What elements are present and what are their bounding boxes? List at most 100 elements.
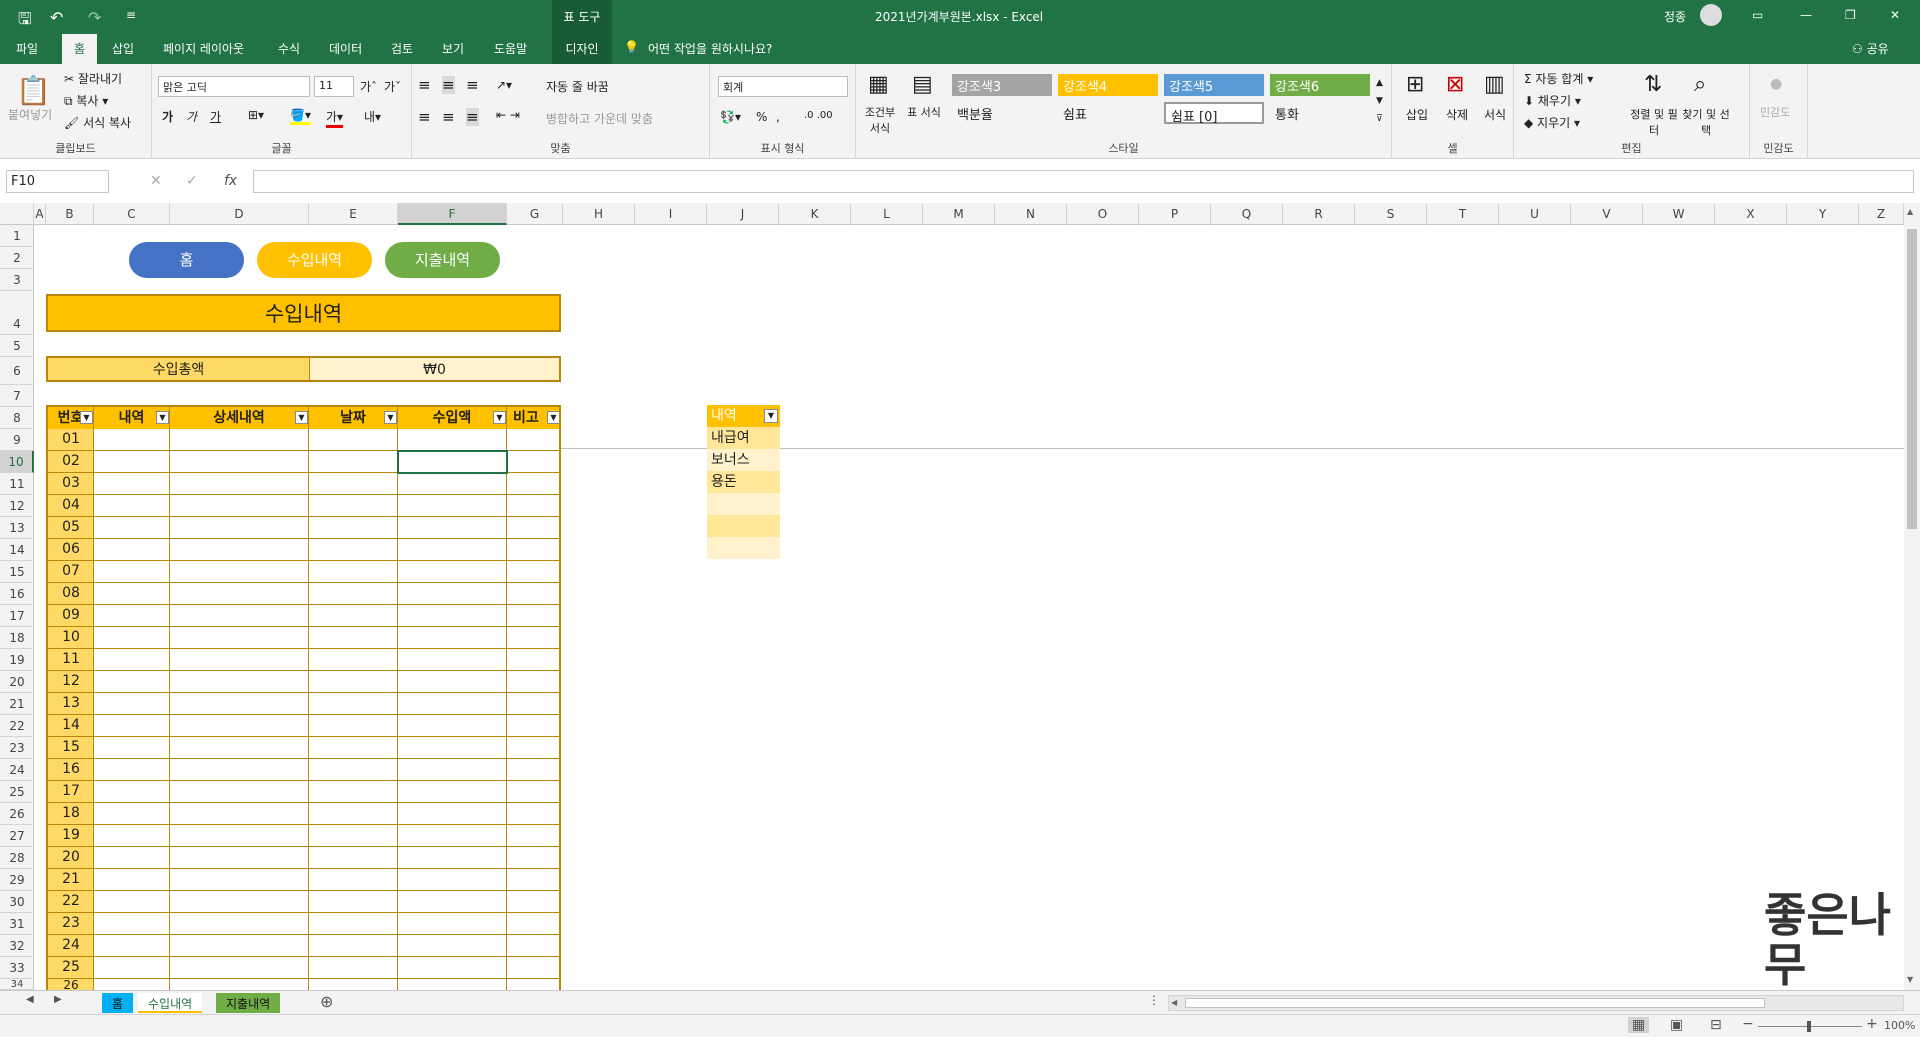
conditional-format-icon[interactable]: ▦	[868, 72, 889, 97]
formula-input[interactable]	[253, 170, 1914, 193]
paste-button[interactable]: 붙여넣기	[8, 106, 52, 123]
row-header-17[interactable]: 17	[0, 605, 34, 627]
row-number[interactable]: 08	[48, 583, 94, 604]
row-number[interactable]: 19	[48, 825, 94, 846]
row-number[interactable]: 07	[48, 561, 94, 582]
row-header-16[interactable]: 16	[0, 583, 34, 605]
col-header-v[interactable]: V	[1571, 203, 1643, 225]
page-layout-view-icon[interactable]: ▣	[1670, 1017, 1683, 1033]
col-header-j[interactable]: J	[707, 203, 779, 225]
col-header-u[interactable]: U	[1499, 203, 1571, 225]
row-header-20[interactable]: 20	[0, 671, 34, 693]
row-number[interactable]: 17	[48, 781, 94, 802]
tab-design[interactable]: 디자인	[552, 31, 612, 64]
horizontal-scrollbar[interactable]: ◀	[1168, 995, 1904, 1011]
delete-cells-icon[interactable]: ⊠	[1446, 72, 1464, 97]
row-header-6[interactable]: 6	[0, 357, 34, 385]
paste-icon[interactable]: 📋	[16, 74, 51, 107]
indent-icons[interactable]: ⇤ ⇥	[496, 108, 520, 122]
row-header-18[interactable]: 18	[0, 627, 34, 649]
nav-expense-button[interactable]: 지출내역	[385, 242, 500, 278]
row-number[interactable]: 20	[48, 847, 94, 868]
row-number[interactable]: 13	[48, 693, 94, 714]
insert-cells-icon[interactable]: ⊞	[1406, 72, 1424, 97]
clear-button[interactable]: ◆ 지우기 ▾	[1524, 114, 1580, 131]
nav-income-button[interactable]: 수입내역	[257, 242, 372, 278]
col-header-d[interactable]: D	[170, 203, 309, 225]
col-header-b[interactable]: B	[46, 203, 94, 225]
row-header-22[interactable]: 22	[0, 715, 34, 737]
tab-data[interactable]: 데이터	[329, 40, 362, 57]
underline-icon[interactable]: 가	[210, 108, 221, 125]
row-header-2[interactable]: 2	[0, 247, 34, 269]
col-header-r[interactable]: R	[1283, 203, 1355, 225]
sheet-title[interactable]: 수입내역	[46, 294, 561, 332]
row-header-32[interactable]: 32	[0, 935, 34, 957]
border-icon[interactable]: ⊞▾	[248, 108, 264, 122]
fill-button[interactable]: ⬇ 채우기 ▾	[1524, 92, 1581, 109]
row-header-1[interactable]: 1	[0, 225, 34, 247]
col-header-h[interactable]: H	[563, 203, 635, 225]
scroll-down-icon[interactable]: ▼	[1907, 975, 1913, 984]
row-header-34[interactable]: 34	[0, 979, 34, 990]
split-handle-icon[interactable]: ⋮	[1148, 993, 1160, 1007]
side-table-empty[interactable]	[707, 537, 780, 559]
col-header-t[interactable]: T	[1427, 203, 1499, 225]
merge-center-button[interactable]: 병합하고 가운데 맞춤	[546, 110, 653, 127]
minimize-icon[interactable]: —	[1800, 8, 1812, 22]
table-format-icon[interactable]: ▤	[912, 72, 933, 97]
row-header-14[interactable]: 14	[0, 539, 34, 561]
increase-font-icon[interactable]: 가ˆ	[360, 78, 377, 95]
style-percent[interactable]: 백분율	[952, 102, 1052, 124]
tab-view[interactable]: 보기	[442, 40, 464, 57]
col-header-n[interactable]: N	[995, 203, 1067, 225]
filter-dropdown-icon[interactable]: ▼	[295, 411, 308, 424]
align-right-icon[interactable]: ≡	[466, 108, 479, 126]
row-header-4[interactable]: 4	[0, 291, 34, 335]
font-size-select[interactable]: 11	[314, 76, 354, 97]
row-number[interactable]: 06	[48, 539, 94, 560]
autosum-button[interactable]: Σ 자동 합계 ▾	[1524, 70, 1593, 87]
vertical-scrollbar[interactable]: ▲ ▼	[1904, 203, 1920, 990]
row-header-19[interactable]: 19	[0, 649, 34, 671]
row-number[interactable]: 18	[48, 803, 94, 824]
number-format-select[interactable]: 회계	[718, 76, 848, 97]
row-header-21[interactable]: 21	[0, 693, 34, 715]
copy-button[interactable]: ⧉ 복사 ▾	[64, 92, 108, 109]
enter-icon[interactable]: ✓	[186, 173, 198, 189]
row-header-31[interactable]: 31	[0, 913, 34, 935]
page-break-view-icon[interactable]: ⊟	[1710, 1017, 1722, 1033]
row-header-25[interactable]: 25	[0, 781, 34, 803]
col-header-z[interactable]: Z	[1859, 203, 1904, 225]
side-table-item[interactable]: 내급여	[707, 427, 780, 449]
sheet-tab-expense[interactable]: 지출내역	[216, 993, 281, 1013]
tab-formulas[interactable]: 수식	[278, 40, 300, 57]
style-comma[interactable]: 쉼표	[1058, 102, 1158, 124]
format-painter-button[interactable]: 🖌 서식 복사	[64, 114, 131, 131]
col-header-c[interactable]: C	[94, 203, 170, 225]
row-number[interactable]: 09	[48, 605, 94, 626]
row-number[interactable]: 02	[48, 451, 94, 472]
col-header-e[interactable]: E	[309, 203, 398, 225]
filter-dropdown-icon[interactable]: ▼	[493, 411, 506, 424]
find-select-button[interactable]: 찾기 및 선택	[1682, 106, 1730, 138]
align-top-icon[interactable]: ≡	[418, 76, 431, 94]
col-header-s[interactable]: S	[1355, 203, 1427, 225]
row-header-23[interactable]: 23	[0, 737, 34, 759]
row-number[interactable]: 24	[48, 935, 94, 956]
row-header-28[interactable]: 28	[0, 847, 34, 869]
decimal-icons[interactable]: .0 .00	[804, 110, 833, 121]
style-accent3[interactable]: 강조색3	[952, 74, 1052, 96]
insert-cells-button[interactable]: 삽입	[1406, 106, 1428, 123]
tab-help[interactable]: 도움말	[494, 40, 527, 57]
row-header-29[interactable]: 29	[0, 869, 34, 891]
hscroll-thumb[interactable]	[1185, 998, 1765, 1008]
row-number[interactable]: 15	[48, 737, 94, 758]
share-button[interactable]: ⚇ 공유	[1852, 40, 1889, 57]
col-header-m[interactable]: M	[923, 203, 995, 225]
row-header-5[interactable]: 5	[0, 335, 34, 357]
decrease-font-icon[interactable]: 가ˇ	[384, 78, 401, 95]
sort-filter-button[interactable]: 정렬 및 필터	[1630, 106, 1678, 138]
select-all[interactable]	[0, 203, 34, 225]
normal-view-icon[interactable]: ▦	[1628, 1017, 1650, 1033]
